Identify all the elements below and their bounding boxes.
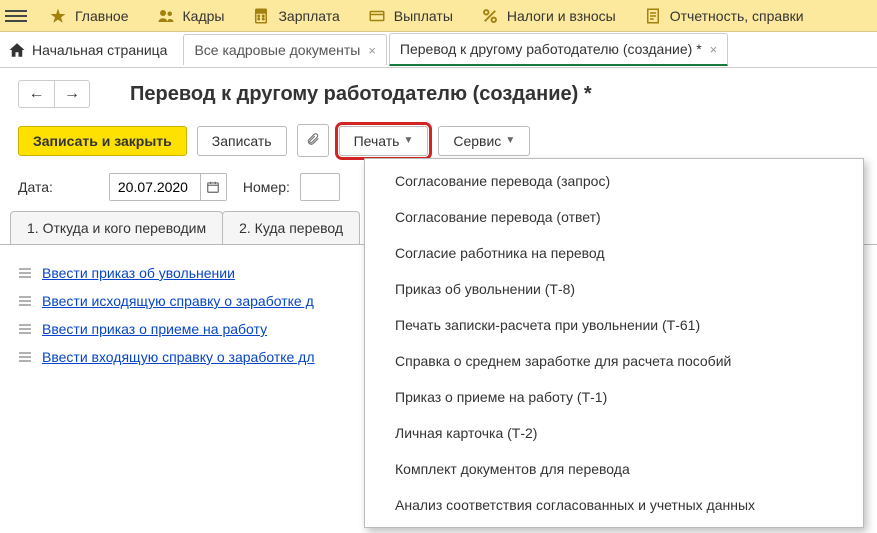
link-outgoing-cert[interactable]: Ввести исходящую справку о заработке д xyxy=(42,293,314,309)
close-icon[interactable]: × xyxy=(368,43,376,58)
nav-group: ← → xyxy=(18,80,90,108)
topmenu-label: Отчетность, справки xyxy=(670,8,804,24)
star-icon xyxy=(49,7,67,25)
date-input-wrap xyxy=(109,173,227,201)
attach-button[interactable] xyxy=(297,124,329,157)
calendar-icon[interactable] xyxy=(200,174,226,200)
number-input[interactable] xyxy=(300,173,340,201)
list-icon xyxy=(18,324,32,334)
print-menu-item[interactable]: Согласование перевода (запрос) xyxy=(365,163,863,199)
print-menu-item[interactable]: Анализ соответствия согласованных и учет… xyxy=(365,487,863,523)
topmenu-staff[interactable]: Кадры xyxy=(143,0,239,32)
save-close-button[interactable]: Записать и закрыть xyxy=(18,126,187,156)
service-button[interactable]: Сервис ▼ xyxy=(438,126,530,156)
topmenu-label: Кадры xyxy=(183,8,225,24)
print-dropdown-menu: Согласование перевода (запрос) Согласова… xyxy=(364,158,864,528)
number-label: Номер: xyxy=(243,179,290,195)
start-page-label[interactable]: Начальная страница xyxy=(32,42,183,58)
date-label: Дата: xyxy=(18,179,53,195)
list-icon xyxy=(18,268,32,278)
content-tab-from[interactable]: 1. Откуда и кого переводим xyxy=(10,211,223,244)
print-menu-item[interactable]: Личная карточка (Т-2) xyxy=(365,415,863,451)
service-label: Сервис xyxy=(453,133,501,149)
nav-row: ← → Перевод к другому работодателю (созд… xyxy=(0,68,877,114)
topmenu-reports[interactable]: Отчетность, справки xyxy=(630,0,818,32)
topmenu-label: Зарплата xyxy=(278,8,339,24)
link-hiring-order[interactable]: Ввести приказ о приеме на работу xyxy=(42,321,267,337)
home-icon[interactable] xyxy=(8,41,26,59)
toolbar: Записать и закрыть Записать Печать ▼ Сер… xyxy=(0,114,877,167)
chevron-down-icon: ▼ xyxy=(403,135,413,146)
card-icon xyxy=(368,7,386,25)
tab-bar: Начальная страница Все кадровые документ… xyxy=(0,32,877,68)
top-menu-bar: Главное Кадры Зарплата Выплаты Налоги и … xyxy=(0,0,877,32)
topmenu-payments[interactable]: Выплаты xyxy=(354,0,467,32)
topmenu-salary[interactable]: Зарплата xyxy=(238,0,353,32)
topmenu-taxes[interactable]: Налоги и взносы xyxy=(467,0,630,32)
tab-transfer[interactable]: Перевод к другому работодателю (создание… xyxy=(389,33,728,66)
link-dismissal-order[interactable]: Ввести приказ об увольнении xyxy=(42,265,235,281)
link-incoming-cert[interactable]: Ввести входящую справку о заработке дл xyxy=(42,349,315,365)
save-button[interactable]: Записать xyxy=(197,126,287,156)
print-menu-item[interactable]: Комплект документов для перевода xyxy=(365,451,863,487)
list-icon xyxy=(18,296,32,306)
topmenu-main[interactable]: Главное xyxy=(35,0,143,32)
topmenu-label: Главное xyxy=(75,8,129,24)
percent-icon xyxy=(481,7,499,25)
print-menu-item[interactable]: Печать записки-расчета при увольнении (Т… xyxy=(365,307,863,343)
topmenu-label: Налоги и взносы xyxy=(507,8,616,24)
calculator-icon xyxy=(252,7,270,25)
content-tab-to[interactable]: 2. Куда перевод xyxy=(222,211,360,244)
close-icon[interactable]: × xyxy=(710,42,718,57)
tab-all-docs[interactable]: Все кадровые документы × xyxy=(183,34,386,65)
print-label: Печать xyxy=(354,133,400,149)
people-icon xyxy=(157,7,175,25)
hamburger-icon[interactable] xyxy=(5,5,27,27)
page-title: Перевод к другому работодателю (создание… xyxy=(130,83,592,106)
topmenu-label: Выплаты xyxy=(394,8,453,24)
print-menu-item[interactable]: Приказ об увольнении (Т-8) xyxy=(365,271,863,307)
print-menu-item[interactable]: Приказ о приеме на работу (Т-1) xyxy=(365,379,863,415)
print-button[interactable]: Печать ▼ xyxy=(339,126,429,156)
chevron-down-icon: ▼ xyxy=(505,135,515,146)
forward-button[interactable]: → xyxy=(54,80,90,108)
print-menu-item[interactable]: Согласование перевода (ответ) xyxy=(365,199,863,235)
back-button[interactable]: ← xyxy=(18,80,54,108)
print-menu-item[interactable]: Согласие работника на перевод xyxy=(365,235,863,271)
list-icon xyxy=(18,352,32,362)
tab-label: Перевод к другому работодателю (создание… xyxy=(400,41,702,57)
paperclip-icon xyxy=(306,131,320,150)
document-icon xyxy=(644,7,662,25)
tab-label: Все кадровые документы xyxy=(194,42,360,58)
date-input[interactable] xyxy=(110,175,200,199)
print-menu-item[interactable]: Справка о среднем заработке для расчета … xyxy=(365,343,863,379)
